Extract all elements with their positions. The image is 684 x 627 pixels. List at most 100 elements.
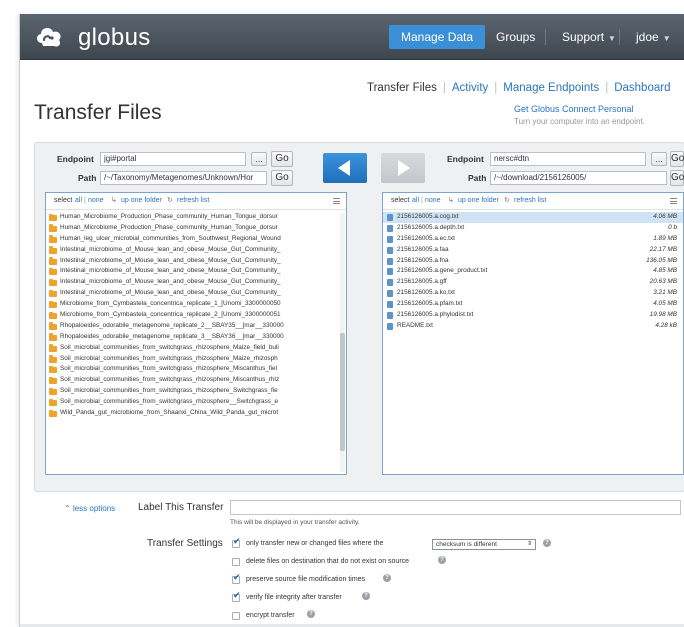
file-name: 2156126005.a.gene_product.txt [397, 267, 488, 275]
left-refresh-link[interactable]: refresh list [177, 193, 209, 209]
file-name: Soil_microbial_communities_from_switchgr… [60, 387, 278, 395]
subnav-manage-endpoints[interactable]: Manage Endpoints [503, 82, 599, 94]
menu-icon[interactable] [333, 198, 340, 204]
folder-icon [49, 387, 57, 396]
table-row[interactable]: 2156126005.a.ec.txt 1.89 MB [383, 234, 683, 245]
right-select-none-link[interactable]: none [425, 193, 441, 209]
left-endpoint-go-button[interactable]: Go [271, 151, 293, 167]
left-endpoint-input[interactable]: jgi#portal [100, 152, 246, 166]
file-icon [387, 268, 393, 276]
delete-checkbox[interactable] [232, 558, 240, 566]
table-row[interactable]: 2156126005.a.depth.txt 0 b [383, 223, 683, 234]
table-row[interactable]: Soil_microbial_communities_from_switchgr… [46, 397, 346, 408]
up-folder-icon: ↳ [448, 197, 454, 204]
table-row[interactable]: Rhopaloeides_odorabile_metagenome_replic… [46, 321, 346, 332]
table-row[interactable]: Intestinal_microbiome_of_Mouse_lean_and_… [46, 256, 346, 267]
left-select-none-link[interactable]: none [88, 193, 104, 209]
left-scrollbar-thumb[interactable] [340, 333, 345, 451]
arrow-left-icon [338, 160, 350, 176]
table-row[interactable]: 2156126005.a.cog.txt 4.06 MB [383, 212, 683, 223]
file-size: 20.63 MB [649, 278, 677, 286]
table-row[interactable]: Soil_microbial_communities_from_switchgr… [46, 375, 346, 386]
transfer-right-button[interactable] [381, 153, 425, 183]
table-row[interactable]: Wild_Panda_gut_microbiome_from_Shaanxi_C… [46, 408, 346, 419]
help-icon[interactable]: ? [438, 556, 446, 564]
file-icon [387, 257, 393, 265]
table-row[interactable]: 2156126005.a.faa 22.17 MB [383, 245, 683, 256]
label-transfer-input[interactable] [230, 500, 681, 515]
left-endpoint-browse-button[interactable]: ... [251, 152, 267, 166]
file-name: Intestinal_microbiome_of_Mouse_lean_and_… [60, 278, 281, 286]
table-row[interactable]: 2156126005.a.fna 136.05 MB [383, 256, 683, 267]
table-row[interactable]: Soil_microbial_communities_from_switchgr… [46, 386, 346, 397]
nav-groups[interactable]: Groups [484, 25, 547, 49]
sync-checkbox[interactable] [232, 537, 241, 548]
left-up-folder-link[interactable]: up one folder [121, 193, 162, 209]
table-row[interactable]: Microbiome_from_Cymbastela_concentrica_r… [46, 310, 346, 321]
subnav-activity[interactable]: Activity [452, 82, 488, 94]
table-row[interactable]: Intestinal_microbiome_of_Mouse_lean_and_… [46, 245, 346, 256]
folder-icon [49, 398, 57, 407]
left-path-go-button[interactable]: Go [271, 170, 293, 186]
left-path-input[interactable]: /~/Taxonomy/Metagenomes/Unknown/Hor [100, 171, 267, 185]
table-row[interactable]: Soil_microbial_communities_from_switchgr… [46, 354, 346, 365]
file-name: Wild_Panda_gut_microbiome_from_Shaanxi_C… [60, 409, 279, 417]
help-icon[interactable]: ? [383, 574, 391, 582]
file-name: Intestinal_microbiome_of_Mouse_lean_and_… [60, 267, 281, 275]
right-refresh-link[interactable]: refresh list [514, 193, 546, 209]
globus-connect-personal-link[interactable]: Get Globus Connect Personal [514, 104, 634, 114]
table-row[interactable]: Human_Microbiome_Production_Phase_commun… [46, 223, 346, 234]
table-row[interactable]: 2156126005.a.gene_product.txt 4.85 MB [383, 266, 683, 277]
table-row[interactable]: Microbiome_from_Cymbastela_concentrica_r… [46, 299, 346, 310]
file-icon [387, 322, 393, 330]
help-icon[interactable]: ? [362, 592, 370, 600]
subnav-transfer-files[interactable]: Transfer Files [367, 82, 437, 94]
nav-support-label: Support [562, 30, 605, 44]
help-icon[interactable]: ? [307, 610, 315, 618]
right-endpoint-label: Endpoint [447, 154, 484, 164]
encrypt-checkbox[interactable] [232, 612, 240, 620]
file-name: 2156126005.a.ec.txt [397, 234, 455, 242]
right-endpoint-go-button[interactable]: Go [670, 151, 684, 167]
table-row[interactable]: Intestinal_microbiome_of_Mouse_lean_and_… [46, 266, 346, 277]
globus-logo-icon [36, 28, 61, 47]
left-select-all-link[interactable]: all [75, 193, 82, 209]
right-endpoint-browse-button[interactable]: ... [651, 152, 667, 166]
app-window: globus Manage Data Groups Support ▼ jdoe ▼… [19, 14, 684, 627]
table-row[interactable]: Intestinal_microbiome_of_Mouse_lean_and_… [46, 288, 346, 299]
right-path-go-button[interactable]: Go [670, 170, 684, 186]
right-select-all-link[interactable]: all [412, 193, 419, 209]
table-row[interactable]: Soil_microbial_communities_from_switchgr… [46, 343, 346, 354]
table-row[interactable]: 2156126005.a.phylodist.txt 19.98 MB [383, 310, 683, 321]
folder-icon [49, 333, 57, 341]
table-row[interactable]: README.txt 4.28 kB [383, 321, 683, 332]
table-row[interactable]: Soil_microbial_communities_from_switchgr… [46, 364, 346, 375]
file-name: Rhopaloeides_odorabile_metagenome_replic… [60, 321, 284, 329]
folder-icon [49, 235, 57, 243]
table-row[interactable]: 2156126005.a.gff 20.63 MB [383, 277, 683, 288]
table-row[interactable]: Human_leg_ulcer_microbial_communities_fr… [46, 234, 346, 245]
nav-manage-data[interactable]: Manage Data [389, 25, 486, 49]
help-icon[interactable]: ? [543, 539, 551, 547]
sync-level-select[interactable]: checksum is different ⇕ [432, 539, 536, 550]
subnav-dashboard[interactable]: Dashboard [614, 82, 670, 94]
table-row[interactable]: Human_Microbiome_Production_Phase_commun… [46, 212, 346, 223]
folder-icon [49, 376, 57, 385]
preserve-mtime-checkbox[interactable] [232, 573, 241, 584]
table-row[interactable]: Intestinal_microbiome_of_Mouse_lean_and_… [46, 277, 346, 288]
verify-checkbox[interactable] [232, 591, 241, 602]
menu-icon[interactable] [670, 198, 677, 204]
right-path-input[interactable]: /~/download/2156126005/ [490, 171, 667, 185]
transfer-left-button[interactable] [323, 153, 367, 183]
nav-divider [545, 29, 546, 45]
nav-support[interactable]: Support ▼ [550, 25, 628, 49]
page-title: Transfer Files [34, 101, 162, 124]
table-row[interactable]: Rhopaloeides_odorabile_metagenome_replic… [46, 332, 346, 343]
table-row[interactable]: 2156126005.a.pfam.txt 4.05 MB [383, 299, 683, 310]
right-endpoint-input[interactable]: nersc#dtn [490, 152, 646, 166]
file-icon [387, 235, 393, 243]
nav-user-menu[interactable]: jdoe ▼ [624, 25, 683, 49]
right-up-folder-link[interactable]: up one folder [458, 193, 499, 209]
table-row[interactable]: 2156126005.a.ko.txt 3.21 MB [383, 288, 683, 299]
less-options-link[interactable]: ⌃ less options [64, 504, 115, 513]
